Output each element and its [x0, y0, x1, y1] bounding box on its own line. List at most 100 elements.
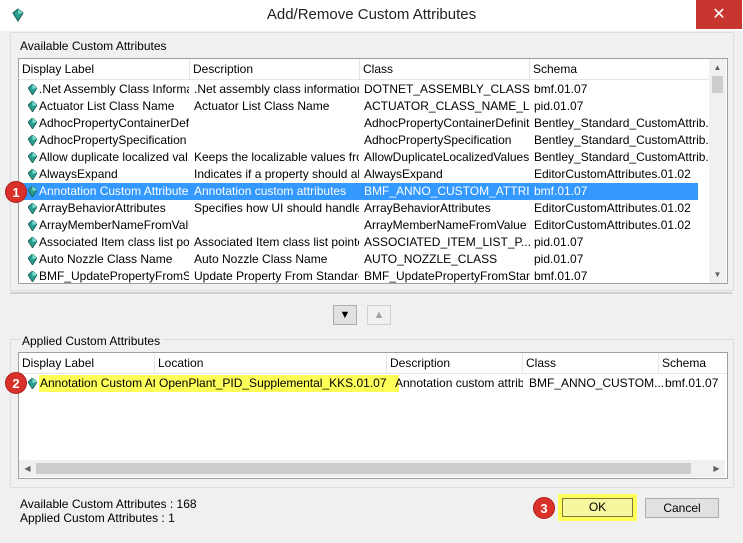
cell-display-label: BMF_UpdatePropertyFromSt...: [39, 269, 189, 283]
table-row[interactable]: Annotation Custom Attributes Annotation c…: [19, 183, 698, 200]
cell-class: AdhocPropertyContainerDefiniti...: [364, 116, 530, 130]
column-header-display-label[interactable]: Display Label: [19, 59, 190, 79]
cell-description: Actuator List Class Name: [194, 99, 330, 113]
cancel-button[interactable]: Cancel: [645, 498, 719, 518]
cell-schema: Bentley_Standard_CustomAttrib...: [534, 133, 709, 147]
cell-schema: EditorCustomAttributes.01.02: [534, 218, 691, 232]
table-row[interactable]: AdhocPropertySpecification AdhocPropertyS…: [19, 132, 709, 149]
cell-display-label: Annotation Custom At...: [39, 375, 156, 392]
cell-class: AllowDuplicateLocalizedValues: [364, 150, 530, 164]
cell-schema: bmf.01.07: [665, 376, 719, 390]
cell-location: OpenPlant_PID_Supplemental_KKS.01.07: [155, 375, 399, 392]
available-grid[interactable]: Display Label Description Class Schema .…: [18, 58, 728, 284]
table-row[interactable]: AdhocPropertyContainerDefi... AdhocProper…: [19, 115, 709, 132]
gem-icon: [28, 101, 37, 112]
table-row[interactable]: .Net Assembly Class Informat... .Net asse…: [19, 81, 709, 98]
gem-icon: [28, 118, 37, 129]
cell-display-label: ArrayBehaviorAttributes: [39, 201, 166, 215]
applied-grid[interactable]: Display Label Location Description Class…: [18, 352, 728, 479]
gem-icon: [28, 135, 37, 146]
gem-icon: [28, 378, 37, 389]
close-button[interactable]: ✕: [696, 0, 742, 29]
cell-class: ArrayMemberNameFromValue: [364, 218, 527, 232]
gem-icon: [28, 152, 37, 163]
cell-class: DOTNET_ASSEMBLY_CLASS...: [364, 82, 530, 96]
cell-description: Specifies how UI should handle...: [194, 201, 359, 215]
table-row[interactable]: BMF_UpdatePropertyFromSt... Update Proper…: [19, 268, 709, 283]
callout-badge: 3: [533, 497, 555, 519]
cell-schema: EditorCustomAttributes.01.02: [534, 167, 691, 181]
cell-schema: bmf.01.07: [534, 269, 588, 283]
cell-class: BMF_ANNO_CUSTOM...: [529, 376, 665, 390]
cell-description: Update Property From Standard...: [194, 269, 359, 283]
cell-description: Associated Item class list pointer: [194, 235, 359, 249]
cell-display-label: Associated Item class list poi...: [39, 235, 189, 249]
gem-icon: [28, 220, 37, 231]
cell-schema: Bentley_Standard_CustomAttrib...: [534, 116, 709, 130]
gem-icon: [28, 186, 37, 197]
callout-badge: 2: [5, 372, 27, 394]
gem-icon: [28, 203, 37, 214]
cell-class: ASSOCIATED_ITEM_LIST_P...: [364, 235, 530, 249]
cell-display-label: Auto Nozzle Class Name: [39, 252, 173, 266]
gem-icon: [28, 84, 37, 95]
column-header-class[interactable]: Class: [523, 353, 659, 373]
available-vertical-scrollbar[interactable]: ▲ ▼: [709, 59, 726, 283]
column-header-schema[interactable]: Schema: [659, 353, 727, 373]
title-bar: Add/Remove Custom Attributes ✕: [0, 0, 743, 32]
scroll-left-arrow-icon[interactable]: ◀: [19, 460, 36, 477]
scrollbar-thumb[interactable]: [36, 463, 691, 474]
cell-schema: EditorCustomAttributes.01.02: [534, 201, 691, 215]
column-header-description[interactable]: Description: [387, 353, 523, 373]
cell-schema: Bentley_Standard_CustomAttrib...: [534, 150, 709, 164]
scroll-down-arrow-icon[interactable]: ▼: [709, 266, 726, 283]
move-up-button[interactable]: ▲: [367, 305, 391, 325]
cell-display-label: AlwaysExpand: [39, 167, 118, 181]
cell-display-label: Actuator List Class Name: [39, 99, 175, 113]
column-header-location[interactable]: Location: [155, 353, 387, 373]
cell-description: Keeps the localizable values fro...: [194, 150, 359, 164]
cell-description: [194, 217, 359, 234]
cell-description: Auto Nozzle Class Name: [194, 252, 328, 266]
table-row[interactable]: Associated Item class list poi... Associa…: [19, 234, 709, 251]
applied-horizontal-scrollbar[interactable]: ◀ ▶: [19, 460, 725, 477]
scroll-up-arrow-icon[interactable]: ▲: [709, 59, 726, 76]
cell-description: .Net assembly class information: [194, 82, 359, 96]
scrollbar-thumb[interactable]: [712, 76, 723, 93]
table-row[interactable]: Auto Nozzle Class Name Auto Nozzle Class …: [19, 251, 709, 268]
column-header-description[interactable]: Description: [190, 59, 360, 79]
cell-display-label: ArrayMemberNameFromValue: [39, 218, 189, 232]
cell-class: ACTUATOR_CLASS_NAME_L...: [364, 99, 530, 113]
cell-description: [194, 132, 359, 149]
callout-badge: 1: [5, 181, 27, 203]
table-row[interactable]: AlwaysExpand Indicates if a property shou…: [19, 166, 709, 183]
column-header-display-label[interactable]: Display Label: [19, 353, 155, 373]
table-row[interactable]: Annotation Custom At... OpenPlant_PID_Su…: [19, 375, 727, 392]
arrow-down-icon: ▼: [339, 309, 351, 321]
gem-icon: [28, 254, 37, 265]
cell-display-label: AdhocPropertyContainerDefi...: [39, 116, 189, 130]
cell-class: BMF_ANNO_CUSTOM_ATTRI...: [364, 184, 530, 198]
available-count-label: Available Custom Attributes : 168: [20, 497, 197, 511]
column-header-class[interactable]: Class: [360, 59, 530, 79]
column-header-schema[interactable]: Schema: [530, 59, 709, 79]
cell-schema: pid.01.07: [534, 252, 584, 266]
cell-display-label: Annotation Custom Attributes: [39, 184, 189, 198]
cell-class: AlwaysExpand: [364, 167, 443, 181]
table-row[interactable]: Actuator List Class Name Actuator List Cl…: [19, 98, 709, 115]
cell-schema: bmf.01.07: [534, 184, 588, 198]
available-grid-header: Display Label Description Class Schema: [19, 59, 727, 80]
move-down-button[interactable]: ▼: [333, 305, 357, 325]
arrow-up-icon: ▲: [373, 309, 385, 321]
table-row[interactable]: ArrayBehaviorAttributes Specifies how UI …: [19, 200, 709, 217]
cell-display-label: AdhocPropertySpecification: [39, 133, 187, 147]
splitter[interactable]: [10, 292, 732, 294]
ok-button[interactable]: OK: [562, 498, 633, 517]
table-row[interactable]: ArrayMemberNameFromValue ArrayMemberNameF…: [19, 217, 709, 234]
scroll-right-arrow-icon[interactable]: ▶: [708, 460, 725, 477]
cell-display-label: Allow duplicate localized val...: [39, 150, 189, 164]
gem-icon: [28, 237, 37, 248]
cell-class: BMF_UpdatePropertyFromStan...: [364, 269, 530, 283]
cell-class: AUTO_NOZZLE_CLASS: [364, 252, 498, 266]
table-row[interactable]: Allow duplicate localized val... Keeps th…: [19, 149, 709, 166]
